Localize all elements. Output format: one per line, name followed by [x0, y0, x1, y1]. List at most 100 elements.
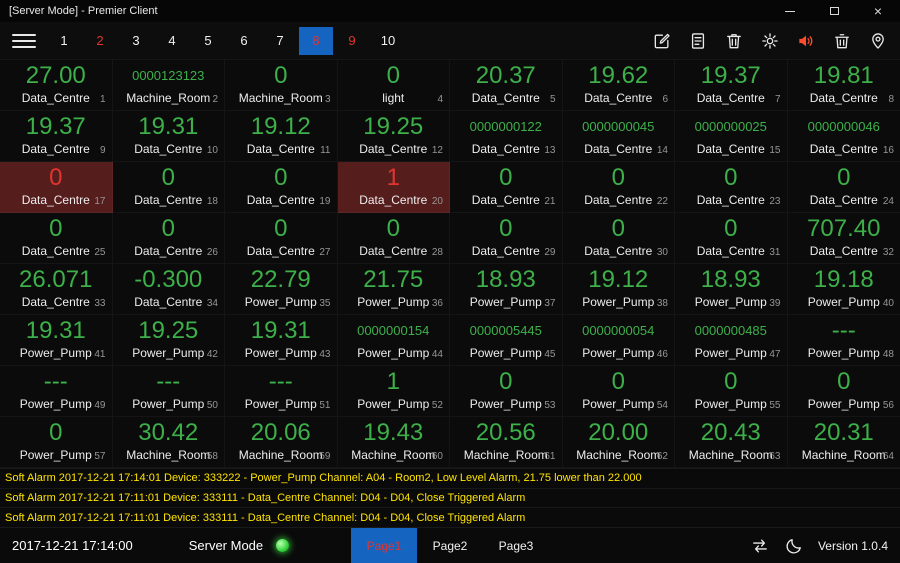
grid-cell-48[interactable]: --- Power_Pump 48 — [787, 315, 900, 366]
toolbar-tab-6[interactable]: 6 — [227, 27, 261, 55]
cell-value: 20.56 — [475, 418, 536, 446]
grid-cell-46[interactable]: 0000000054 Power_Pump 46 — [562, 315, 675, 366]
grid-cell-3[interactable]: 0 Machine_Room 3 — [225, 60, 338, 111]
grid-cell-29[interactable]: 0 Data_Centre 29 — [450, 213, 563, 264]
grid-cell-43[interactable]: 19.31 Power_Pump 43 — [225, 315, 338, 366]
document-icon[interactable] — [688, 31, 708, 51]
page-tab-Page3[interactable]: Page3 — [483, 528, 549, 563]
grid-cell-24[interactable]: 0 Data_Centre 24 — [787, 162, 900, 213]
grid-cell-62[interactable]: 20.00 Machine_Room 62 — [562, 417, 675, 468]
grid-cell-54[interactable]: 0 Power_Pump 54 — [562, 366, 675, 417]
grid-cell-11[interactable]: 19.12 Data_Centre 11 — [225, 111, 338, 162]
moon-icon[interactable] — [784, 536, 804, 556]
grid-cell-42[interactable]: 19.25 Power_Pump 42 — [112, 315, 225, 366]
grid-cell-64[interactable]: 20.31 Machine_Room 64 — [787, 417, 900, 468]
grid-cell-58[interactable]: 30.42 Machine_Room 58 — [112, 417, 225, 468]
grid-cell-10[interactable]: 19.31 Data_Centre 10 — [112, 111, 225, 162]
grid-cell-33[interactable]: 26.071 Data_Centre 33 — [0, 264, 113, 315]
toolbar-tab-3[interactable]: 3 — [119, 27, 153, 55]
grid-cell-25[interactable]: 0 Data_Centre 25 — [0, 213, 113, 264]
cell-value: 0000000045 — [582, 118, 655, 134]
grid-cell-2[interactable]: 0000123123 Machine_Room 2 — [112, 60, 225, 111]
grid-cell-50[interactable]: --- Power_Pump 50 — [112, 366, 225, 417]
close-button[interactable]: × — [856, 0, 900, 22]
toolbar-tab-1[interactable]: 1 — [47, 27, 81, 55]
menu-icon[interactable] — [12, 33, 36, 48]
grid-cell-4[interactable]: 0 light 4 — [337, 60, 450, 111]
grid-cell-40[interactable]: 19.18 Power_Pump 40 — [787, 264, 900, 315]
grid-cell-22[interactable]: 0 Data_Centre 22 — [562, 162, 675, 213]
cell-value: 0 — [161, 163, 175, 191]
grid-cell-27[interactable]: 0 Data_Centre 27 — [225, 213, 338, 264]
toolbar-tab-9[interactable]: 9 — [335, 27, 369, 55]
grid-cell-51[interactable]: --- Power_Pump 51 — [225, 366, 338, 417]
grid-cell-16[interactable]: 0000000046 Data_Centre 16 — [787, 111, 900, 162]
grid-cell-34[interactable]: -0.300 Data_Centre 34 — [112, 264, 225, 315]
grid-cell-23[interactable]: 0 Data_Centre 23 — [675, 162, 788, 213]
grid-cell-49[interactable]: --- Power_Pump 49 — [0, 366, 113, 417]
grid-cell-13[interactable]: 0000000122 Data_Centre 13 — [450, 111, 563, 162]
grid-cell-26[interactable]: 0 Data_Centre 26 — [112, 213, 225, 264]
trash-icon[interactable] — [724, 31, 744, 51]
grid-cell-30[interactable]: 0 Data_Centre 30 — [562, 213, 675, 264]
alarm-message[interactable]: Soft Alarm 2017-12-21 17:14:01 Device: 3… — [0, 469, 900, 489]
grid-cell-18[interactable]: 0 Data_Centre 18 — [112, 162, 225, 213]
grid-cell-35[interactable]: 22.79 Power_Pump 35 — [225, 264, 338, 315]
grid-cell-14[interactable]: 0000000045 Data_Centre 14 — [562, 111, 675, 162]
toolbar-tab-4[interactable]: 4 — [155, 27, 189, 55]
grid-cell-47[interactable]: 0000000485 Power_Pump 47 — [675, 315, 788, 366]
grid-cell-56[interactable]: 0 Power_Pump 56 — [787, 366, 900, 417]
grid-cell-9[interactable]: 19.37 Data_Centre 9 — [0, 111, 113, 162]
settings-icon[interactable] — [760, 31, 780, 51]
location-icon[interactable] — [868, 31, 888, 51]
grid-cell-15[interactable]: 0000000025 Data_Centre 15 — [675, 111, 788, 162]
sync-icon[interactable] — [750, 536, 770, 556]
grid-cell-28[interactable]: 0 Data_Centre 28 — [337, 213, 450, 264]
grid-cell-57[interactable]: 0 Power_Pump 57 — [0, 417, 113, 468]
page-tab-Page2[interactable]: Page2 — [417, 528, 483, 563]
grid-cell-41[interactable]: 19.31 Power_Pump 41 — [0, 315, 113, 366]
grid-cell-7[interactable]: 19.37 Data_Centre 7 — [675, 60, 788, 111]
speaker-icon[interactable] — [796, 31, 816, 51]
cell-value: 19.12 — [588, 265, 649, 293]
page-tab-Page1[interactable]: Page1 — [351, 528, 417, 563]
toolbar-tab-2[interactable]: 2 — [83, 27, 117, 55]
grid-cell-19[interactable]: 0 Data_Centre 19 — [225, 162, 338, 213]
grid-cell-52[interactable]: 1 Power_Pump 52 — [337, 366, 450, 417]
edit-icon[interactable] — [652, 31, 672, 51]
grid-cell-39[interactable]: 18.93 Power_Pump 39 — [675, 264, 788, 315]
grid-cell-17[interactable]: 0 Data_Centre 17 — [0, 162, 113, 213]
grid-cell-37[interactable]: 18.93 Power_Pump 37 — [450, 264, 563, 315]
grid-cell-38[interactable]: 19.12 Power_Pump 38 — [562, 264, 675, 315]
cell-index: 13 — [544, 145, 556, 156]
grid-cell-36[interactable]: 21.75 Power_Pump 36 — [337, 264, 450, 315]
toolbar-tab-10[interactable]: 10 — [371, 27, 405, 55]
grid-cell-59[interactable]: 20.06 Machine_Room 59 — [225, 417, 338, 468]
toolbar-tab-5[interactable]: 5 — [191, 27, 225, 55]
grid-cell-61[interactable]: 20.56 Machine_Room 61 — [450, 417, 563, 468]
maximize-button[interactable] — [812, 0, 856, 22]
grid-cell-20[interactable]: 1 Data_Centre 20 — [337, 162, 450, 213]
minimize-button[interactable] — [768, 0, 812, 22]
grid-cell-53[interactable]: 0 Power_Pump 53 — [450, 366, 563, 417]
grid-cell-12[interactable]: 19.25 Data_Centre 12 — [337, 111, 450, 162]
alarm-message[interactable]: Soft Alarm 2017-12-21 17:11:01 Device: 3… — [0, 508, 900, 527]
grid-cell-21[interactable]: 0 Data_Centre 21 — [450, 162, 563, 213]
clear-alarm-icon[interactable] — [832, 31, 852, 51]
toolbar-tab-7[interactable]: 7 — [263, 27, 297, 55]
grid-cell-63[interactable]: 20.43 Machine_Room 63 — [675, 417, 788, 468]
grid-cell-6[interactable]: 19.62 Data_Centre 6 — [562, 60, 675, 111]
cell-index: 25 — [94, 247, 106, 258]
grid-cell-55[interactable]: 0 Power_Pump 55 — [675, 366, 788, 417]
alarm-message[interactable]: Soft Alarm 2017-12-21 17:11:01 Device: 3… — [0, 489, 900, 509]
toolbar-tab-8[interactable]: 8 — [299, 26, 333, 55]
version-label: Version 1.0.4 — [817, 538, 888, 553]
grid-cell-60[interactable]: 19.43 Machine_Room 60 — [337, 417, 450, 468]
grid-cell-44[interactable]: 0000000154 Power_Pump 44 — [337, 315, 450, 366]
grid-cell-45[interactable]: 0000005445 Power_Pump 45 — [450, 315, 563, 366]
grid-cell-1[interactable]: 27.00 Data_Centre 1 — [0, 60, 113, 111]
grid-cell-32[interactable]: 707.40 Data_Centre 32 — [787, 213, 900, 264]
grid-cell-5[interactable]: 20.37 Data_Centre 5 — [450, 60, 563, 111]
grid-cell-8[interactable]: 19.81 Data_Centre 8 — [787, 60, 900, 111]
grid-cell-31[interactable]: 0 Data_Centre 31 — [675, 213, 788, 264]
